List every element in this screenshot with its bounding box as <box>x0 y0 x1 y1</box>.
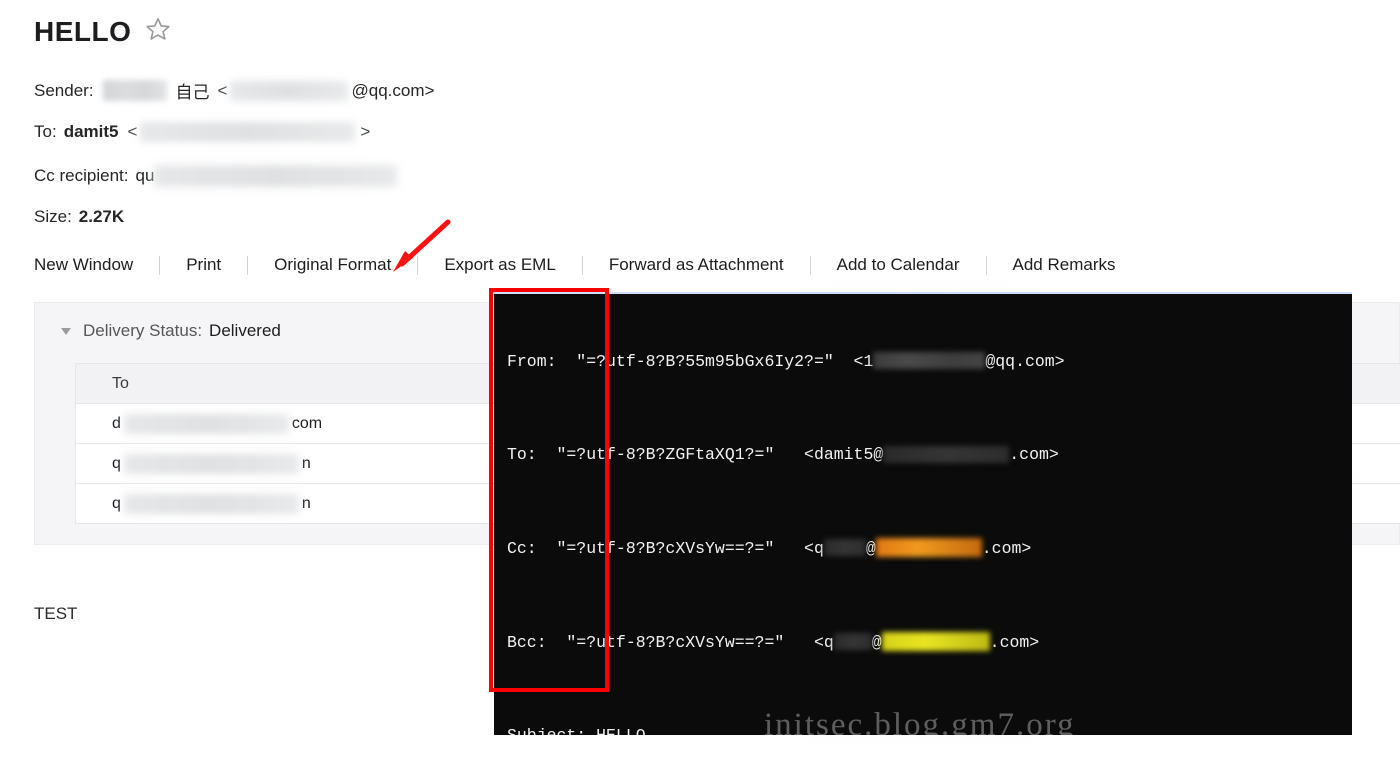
sender-name-redacted <box>102 80 167 101</box>
toolbar-forward-as-attachment[interactable]: Forward as Attachment <box>583 252 810 278</box>
to-bracket-close: > <box>360 122 371 141</box>
cc-domain-redacted <box>875 538 982 558</box>
from-line-text: From: "=?utf-8?B?55m95bGx6Iy2?=" <1 <box>507 351 874 371</box>
sender-label: Sender: <box>34 80 94 100</box>
cc-label: Cc recipient: <box>34 166 129 185</box>
toolbar-original-format[interactable]: Original Format <box>248 252 417 278</box>
header-line-from: From: "=?utf-8?B?55m95bGx6Iy2?=" <1 @qq.c… <box>507 350 1352 373</box>
cc-tail: .com> <box>981 539 1032 559</box>
recipient-redacted <box>123 413 289 434</box>
raw-headers-terminal: From: "=?utf-8?B?55m95bGx6Iy2?=" <1 @qq.c… <box>494 292 1352 735</box>
size-value: 2.27K <box>78 207 125 226</box>
star-outline-icon[interactable] <box>145 16 171 47</box>
sender-address-redacted <box>230 80 349 101</box>
cc-line: Cc recipient: qu <box>34 165 400 187</box>
sender-bracket-open: < <box>217 80 228 100</box>
sender-domain: @qq.com> <box>351 80 435 100</box>
from-tail: @qq.com> <box>985 351 1065 371</box>
header-line-subject: Subject: HELLO <box>507 724 1352 735</box>
cc-user-redacted <box>823 539 866 557</box>
delivery-status-label: Delivery Status: <box>83 321 203 340</box>
cc-address-redacted <box>154 165 398 187</box>
raw-headers-overlay: From: "=?utf-8?B?55m95bGx6Iy2?=" <1 @qq.c… <box>486 284 1360 743</box>
toolbar-export-as-eml[interactable]: Export as EML <box>418 252 582 278</box>
recipient-suffix: n <box>301 494 311 512</box>
page-title: HELLO <box>34 15 132 47</box>
to-bracket-open: < <box>127 122 138 141</box>
toolbar-new-window[interactable]: New Window <box>34 252 159 278</box>
header-line-to: To: "=?utf-8?B?ZGFtaXQ1?=" <damit5@ .com> <box>507 443 1352 466</box>
cc-line-text: Cc: "=?utf-8?B?cXVsYw==?=" <q <box>507 539 824 559</box>
to-name: damit5 <box>63 122 119 141</box>
bcc-user-redacted <box>833 632 872 650</box>
to-label: To: <box>34 122 57 141</box>
action-toolbar: New Window Print Original Format Export … <box>34 252 1141 278</box>
to-address-redacted <box>140 122 356 142</box>
to-tail: .com> <box>1009 445 1059 465</box>
chevron-down-icon[interactable] <box>61 327 71 335</box>
toolbar-add-remarks[interactable]: Add Remarks <box>987 252 1142 278</box>
to-domain-redacted <box>883 445 1010 463</box>
header-line-bcc: Bcc: "=?utf-8?B?cXVsYw==?=" <q @ .com> <box>507 631 1352 654</box>
size-label: Size: <box>34 207 72 226</box>
to-line-text: To: "=?utf-8?B?ZGFtaXQ1?=" <damit5@ <box>507 445 884 465</box>
recipient-suffix: com <box>291 414 323 432</box>
from-address-redacted <box>873 351 986 369</box>
recipient-suffix: n <box>301 454 311 472</box>
delivery-status-value: Delivered <box>209 321 281 340</box>
recipient-redacted <box>123 493 299 514</box>
recipient-prefix: d <box>112 414 121 432</box>
delivery-status-header[interactable]: Delivery Status: Delivered <box>61 321 281 341</box>
toolbar-add-to-calendar[interactable]: Add to Calendar <box>811 252 986 278</box>
bcc-line-text: Bcc: "=?utf-8?B?cXVsYw==?=" <q <box>507 632 834 652</box>
recipient-redacted <box>123 453 299 474</box>
bcc-domain-redacted <box>881 631 990 651</box>
cc-prefix: qu <box>135 166 155 185</box>
header-line-cc: Cc: "=?utf-8?B?cXVsYw==?=" <q @ .com> <box>507 537 1352 560</box>
toolbar-print[interactable]: Print <box>160 252 247 278</box>
recipient-prefix: q <box>112 454 121 472</box>
sender-line: Sender: 自己 < @qq.com> <box>34 78 434 103</box>
to-line: To: damit5 < > <box>34 122 370 142</box>
subject-row: HELLO <box>34 16 171 47</box>
size-line: Size: 2.27K <box>34 207 124 227</box>
sender-self-label: 自己 <box>175 83 210 102</box>
message-body-text: TEST <box>34 604 78 623</box>
cc-at: @ <box>865 539 876 559</box>
bcc-tail: .com> <box>989 632 1040 652</box>
bcc-at: @ <box>871 632 882 652</box>
recipient-prefix: q <box>112 494 121 512</box>
